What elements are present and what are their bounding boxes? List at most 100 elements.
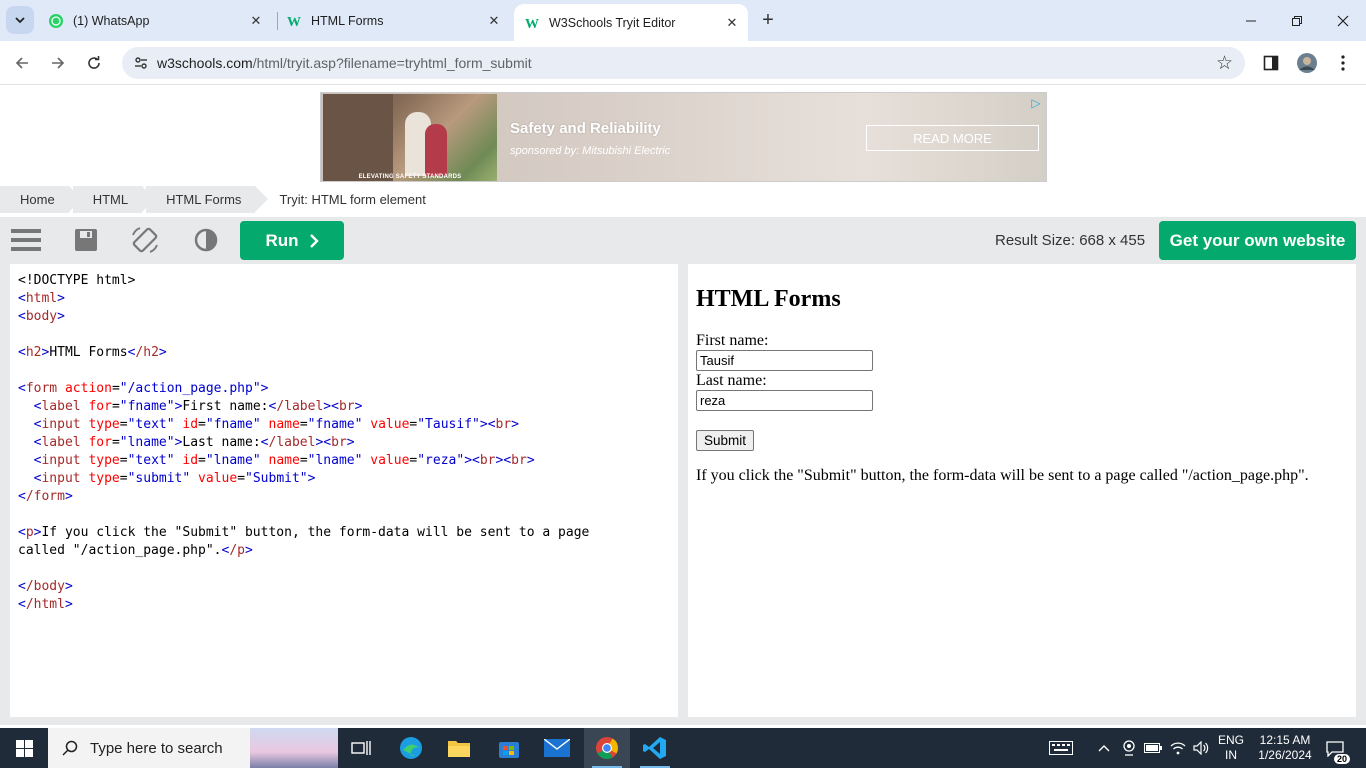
restore-button[interactable] <box>1274 0 1320 41</box>
ad-title: Safety and Reliability <box>510 120 661 137</box>
url-path: /html/tryit.asp?filename=tryhtml_form_su… <box>252 55 532 71</box>
tray-meet[interactable] <box>1120 728 1138 768</box>
speaker-icon <box>1193 741 1209 755</box>
menu-button[interactable] <box>11 225 41 255</box>
close-icon <box>1337 15 1349 26</box>
tray-clock[interactable]: 12:15 AM 1/26/2024 <box>1252 733 1318 763</box>
adchoices-icon[interactable]: ▷ <box>1028 95 1044 111</box>
folder-icon <box>448 741 470 757</box>
windows-taskbar: Type here to search ENG IN 12:15 AM 1/26… <box>0 728 1366 768</box>
code-line: <label for="fname">First name:</label><b… <box>33 399 363 414</box>
start-button[interactable] <box>0 728 48 768</box>
notification-center-button[interactable]: 20 <box>1322 736 1350 764</box>
more-vertical-icon <box>1341 55 1345 71</box>
reload-button[interactable] <box>80 49 108 77</box>
browser-tab-strip: (1) WhatsApp ✕ W HTML Forms ✕ W W3School… <box>0 0 1366 41</box>
ad-read-more-button[interactable]: READ MORE <box>866 125 1039 151</box>
run-button[interactable]: Run <box>240 221 344 260</box>
code-line: <h2>HTML Forms</h2> <box>18 345 167 360</box>
tray-battery[interactable] <box>1143 728 1163 768</box>
ad-image-caption: ELEVATING SAFETY STANDARDS <box>358 174 462 180</box>
url-host: w3schools.com <box>157 55 253 71</box>
language-region: IN <box>1225 748 1237 762</box>
code-editor[interactable]: <!DOCTYPE html> <html> <body> <h2>HTML For… <box>10 264 678 717</box>
submit-button[interactable]: Submit <box>696 430 755 451</box>
arrow-left-icon <box>15 57 28 69</box>
code-line: <input type="text" id="fname" name="fnam… <box>33 417 519 432</box>
result-paragraph: If you click the "Submit" button, the fo… <box>696 467 1309 484</box>
code-line: <label for="lname">Last name:</label><br… <box>33 435 355 450</box>
task-view-button[interactable] <box>338 728 384 768</box>
result-heading: HTML Forms <box>696 286 841 312</box>
tray-overflow-button[interactable] <box>1096 728 1112 768</box>
taskbar-search[interactable]: Type here to search <box>48 728 338 768</box>
webcam-icon <box>1123 740 1135 756</box>
first-name-input[interactable] <box>696 350 873 371</box>
dark-mode-button[interactable] <box>191 225 221 255</box>
clock-date: 1/26/2024 <box>1258 748 1312 762</box>
taskbar-edge[interactable] <box>388 728 434 768</box>
breadcrumb-html-forms[interactable]: HTML Forms <box>146 186 269 213</box>
clock-time: 12:15 AM <box>1259 733 1311 747</box>
last-name-input[interactable] <box>696 390 873 411</box>
get-your-own-website-button[interactable]: Get your own website <box>1159 221 1356 260</box>
profile-avatar[interactable] <box>1294 50 1320 76</box>
minimize-button[interactable] <box>1228 0 1274 41</box>
taskbar-store[interactable] <box>486 728 532 768</box>
last-name-label: Last name: <box>696 372 767 389</box>
tab-title: (1) WhatsApp <box>73 13 150 28</box>
code-line: <input type="submit" value="Submit"> <box>33 471 316 486</box>
tab-whatsapp[interactable]: (1) WhatsApp ✕ <box>38 4 272 37</box>
tab-search-button[interactable] <box>6 6 34 34</box>
restore-icon <box>1292 15 1302 26</box>
ad-banner[interactable]: ELEVATING SAFETY STANDARDS Safety and Re… <box>320 92 1047 182</box>
whatsapp-icon <box>48 13 64 29</box>
address-bar[interactable]: w3schools.com/html/tryit.asp?filename=tr… <box>122 47 1245 79</box>
taskbar-mail[interactable] <box>534 728 580 768</box>
search-highlight-art <box>250 728 338 768</box>
keyboard-icon <box>1049 741 1073 755</box>
tray-language[interactable]: ENG IN <box>1216 733 1246 763</box>
rotate-screen-icon <box>132 227 158 253</box>
rotate-layout-button[interactable] <box>130 225 160 255</box>
tray-volume[interactable] <box>1190 728 1212 768</box>
breadcrumb-html[interactable]: HTML <box>72 186 156 213</box>
tab-tryit-editor[interactable]: W W3Schools Tryit Editor ✕ <box>514 4 748 41</box>
code-line: <input type="text" id="lname" name="lnam… <box>33 453 535 468</box>
close-icon[interactable]: ✕ <box>246 11 266 31</box>
save-button[interactable] <box>71 225 101 255</box>
side-panel-button[interactable] <box>1258 50 1284 76</box>
close-icon[interactable]: ✕ <box>484 11 504 31</box>
close-window-button[interactable] <box>1320 0 1366 41</box>
taskbar-file-explorer[interactable] <box>436 728 482 768</box>
taskbar-vscode[interactable] <box>632 728 678 768</box>
code-line: <body> <box>18 309 65 324</box>
search-placeholder: Type here to search <box>90 739 223 757</box>
tray-keyboard[interactable] <box>1046 728 1076 768</box>
tab-html-forms[interactable]: W HTML Forms ✕ <box>276 4 510 37</box>
taskbar-chrome[interactable] <box>584 728 630 768</box>
chevron-down-icon <box>15 17 25 24</box>
tray-wifi[interactable] <box>1168 728 1188 768</box>
windows-logo-icon <box>15 739 33 757</box>
battery-icon <box>1144 743 1162 753</box>
code-line: </form> <box>18 489 73 504</box>
new-tab-button[interactable]: + <box>756 8 780 32</box>
breadcrumb-home[interactable]: Home <box>0 186 82 213</box>
code-line: </html> <box>18 597 73 612</box>
first-name-label: First name: <box>696 332 769 349</box>
back-button[interactable] <box>8 49 36 77</box>
result-frame[interactable]: HTML Forms First name: Last name: Submit… <box>688 264 1356 717</box>
breadcrumb: Home HTML HTML Forms Tryit: HTML form el… <box>0 186 444 213</box>
code-line: <!DOCTYPE html> <box>18 273 136 288</box>
forward-button[interactable] <box>44 49 72 77</box>
browser-menu-button[interactable] <box>1330 50 1356 76</box>
site-settings-icon[interactable] <box>132 54 150 72</box>
close-icon[interactable]: ✕ <box>722 13 742 33</box>
side-panel-icon <box>1263 55 1279 71</box>
ad-image-person <box>425 124 447 176</box>
bookmark-star-icon[interactable]: ☆ <box>1216 52 1233 75</box>
